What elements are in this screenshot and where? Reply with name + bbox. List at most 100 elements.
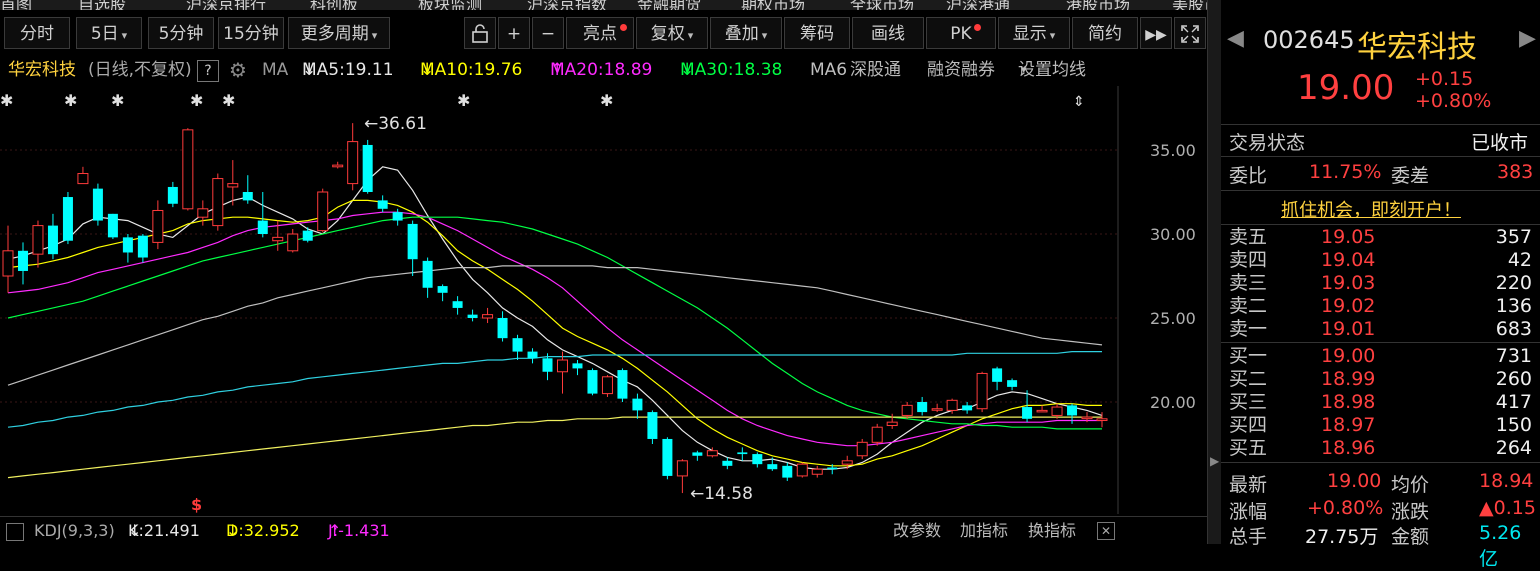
ma10-text: MA10:19.76 [420,60,523,80]
change-indicator-button[interactable]: 换指标 [1028,517,1076,545]
top-nav-item[interactable]: 科创板 [310,0,358,10]
top-nav-item[interactable]: 首图 [0,0,32,10]
lock-button[interactable] [464,17,496,49]
kdj-indicator-bar: KDJ(9,3,3) K:21.491 ↓ D:32.952 ↓ J:-1.43… [0,516,1212,545]
ask-row[interactable]: 卖五 19.05 357 [1221,226,1540,248]
zoom-in-button[interactable]: + [498,17,530,49]
panel-divider[interactable]: ▶ [1207,0,1222,544]
ask-label: 卖二 [1229,295,1268,317]
candle-body [827,467,838,470]
period-button[interactable]: 5日 ▾ [76,17,142,49]
candle-body [107,213,118,238]
top-nav-item[interactable]: 全球市场 [850,0,914,10]
gear-icon[interactable]: ⚙ [229,56,247,84]
prev-stock-icon[interactable]: ◀ [1227,26,1244,51]
y-tick-label: 25.00 [1150,309,1196,328]
candle-body [737,452,748,455]
ask-row[interactable]: 卖二 19.02 136 [1221,295,1540,317]
set-ma-label: 设置均线 [1018,60,1086,80]
candle-body [706,450,718,457]
ma-line-ma120 [7,351,1102,428]
red-dot-icon [974,24,981,31]
period-label: 5日 [90,24,119,44]
simple-button[interactable]: 简约 [1072,17,1138,49]
period-button[interactable]: 5分钟 [148,17,214,49]
top-nav-item[interactable]: 港股市场 [1066,0,1130,10]
ma10-value: MA10:19.76 ↓ [420,56,522,84]
red-dot-icon [620,24,627,31]
draw-button[interactable]: 画线 [852,17,924,49]
draw-label: 画线 [871,24,905,44]
bid-diff-label: 委差 [1391,165,1430,187]
chips-button[interactable]: 筹码 [784,17,850,49]
overlay-button[interactable]: 叠加 ▾ [710,17,782,49]
bid-row[interactable]: 买四 18.97 150 [1221,414,1540,436]
divider [1221,342,1540,343]
y-tick-label: 30.00 [1150,225,1196,244]
hk-connect-link[interactable]: 深股通 [850,56,901,84]
candle-body [542,358,553,372]
indicator-box-icon[interactable] [6,523,24,541]
pk-button[interactable]: PK [926,17,996,49]
event-star-icon: ✱ [222,91,235,110]
top-nav-item[interactable]: 沪深京指数 [527,0,607,10]
kline-chart[interactable]: 35.00 30.00 25.00 20.00 ←36.61 ←14.58 ✱ ✱ ✱ ✱ ✱ ✱ ✱ ⇕… [0,86,1205,514]
display-button[interactable]: 显示 ▾ [998,17,1070,49]
more-periods-button[interactable]: 更多周期 ▾ [288,17,390,49]
dividend-marker-icon: $ [191,495,202,514]
ask-row[interactable]: 卖一 19.01 683 [1221,318,1540,340]
volume-label: 总手 [1229,526,1268,548]
close-box-icon[interactable]: ✕ [1097,522,1115,540]
top-nav-item[interactable]: 沪深京排行 [186,0,266,10]
open-account-link[interactable]: 抓住机会，即刻开户！ [1281,196,1461,222]
expand-button[interactable] [1174,17,1206,49]
margin-trading-link[interactable]: 融资融券 [927,56,995,84]
next-stock-icon[interactable]: ▶ [1519,26,1536,51]
candle-body [17,250,28,271]
bid-row[interactable]: 买二 18.99 260 [1221,368,1540,390]
top-nav-item[interactable]: 自选股 [78,0,126,10]
kdj-d-value: D:32.952 ↓ [226,517,300,545]
help-button[interactable]: ? [197,60,219,82]
chg-value: ▲0.15 [1479,497,1536,519]
caret-down-icon: ▾ [121,29,128,42]
collapse-arrow-icon[interactable]: ▶ [1210,454,1219,468]
top-nav-item[interactable]: 金融期货 [637,0,701,10]
rights-button[interactable]: 复权 ▾ [636,17,708,49]
bid-row[interactable]: 买三 18.98 417 [1221,391,1540,413]
top-nav-item[interactable]: 沪深港通 [946,0,1010,10]
chart-mode-label: (日线,不复权) [88,60,192,80]
stock-code: 002645 [1263,26,1355,54]
kdj-d-text: D:32.952 [226,521,300,540]
ask-row[interactable]: 卖三 19.03 220 [1221,272,1540,294]
ma20-value: MA20:18.89 ↑ [550,56,652,84]
ask-label: 卖一 [1229,318,1268,340]
volume-value: 27.75万 [1305,526,1379,548]
forward-button[interactable]: ▶▶ [1140,17,1172,49]
candle-body [182,129,194,210]
bid-row[interactable]: 买一 19.00 731 [1221,345,1540,367]
ask-price: 19.01 [1321,318,1376,340]
period-button[interactable]: 分时 [4,17,70,49]
ask-label: 卖四 [1229,249,1268,271]
bid-volume: 417 [1495,391,1532,413]
candle-body [992,368,1003,382]
bid-row[interactable]: 买五 18.96 264 [1221,437,1540,459]
zoom-out-button[interactable]: − [532,17,564,49]
simple-label: 简约 [1088,24,1122,44]
top-nav-item[interactable]: 板块监测 [418,0,482,10]
ask-volume: 220 [1495,272,1532,294]
candle-body [92,188,103,221]
candle-body [946,399,958,411]
ma-line-ma60 [7,265,1103,386]
top-nav-item[interactable]: 期权市场 [741,0,805,10]
period-button[interactable]: 15分钟 [218,17,284,49]
highlight-button[interactable]: 亮点 [566,17,634,49]
bid-label: 买四 [1229,414,1268,436]
ask-row[interactable]: 卖四 19.04 42 [1221,249,1540,271]
add-indicator-button[interactable]: 加指标 [960,517,1008,545]
quote-panel: ◀ 002645 华宏科技 ▶ 19.00 +0.15 +0.80% 交易状态 … [1221,0,1540,570]
amount-label: 金额 [1391,526,1430,548]
edit-params-button[interactable]: 改参数 [893,517,941,545]
candle-body [752,454,763,465]
